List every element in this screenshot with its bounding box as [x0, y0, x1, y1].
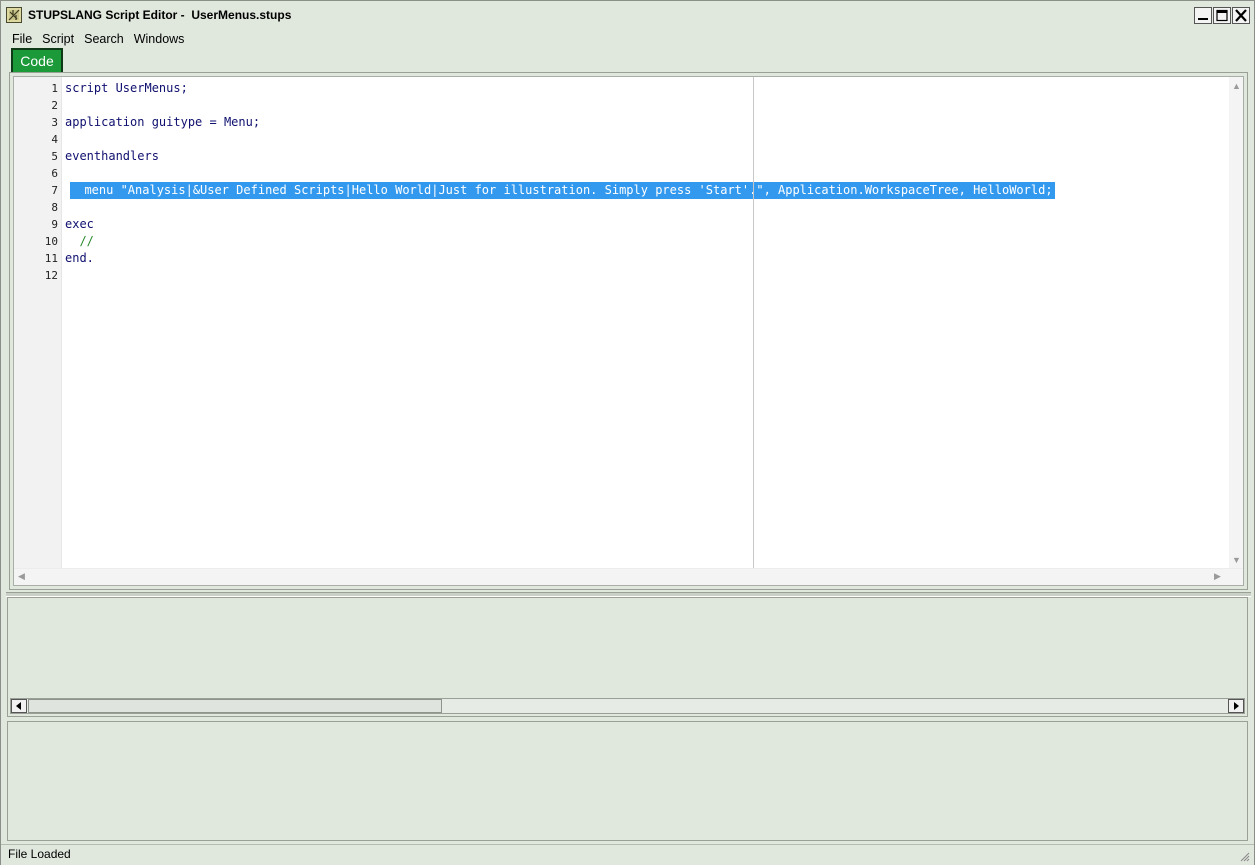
- code-line[interactable]: exec: [65, 216, 94, 233]
- minimize-button[interactable]: [1194, 7, 1212, 24]
- editor-vertical-scrollbar[interactable]: ▲ ▼: [1229, 77, 1243, 569]
- scroll-left-button[interactable]: [11, 699, 27, 713]
- line-number: 9: [51, 218, 58, 231]
- code-line[interactable]: script UserMenus;: [65, 80, 188, 97]
- menu-windows[interactable]: Windows: [129, 30, 190, 48]
- code-line[interactable]: eventhandlers: [65, 148, 159, 165]
- code-text-area[interactable]: script UserMenus; application guitype = …: [62, 77, 1230, 569]
- line-number: 11: [44, 252, 58, 265]
- editor-window: STUPSLANG Script Editor - UserMenus.stup…: [0, 0, 1255, 865]
- close-button[interactable]: [1232, 7, 1250, 24]
- line-number: 2: [51, 99, 58, 112]
- code-editor-frame: 1 2 3 4 5 6 7 8 9 10 11 12 script UserMe…: [9, 72, 1248, 590]
- scroll-right-button[interactable]: [1228, 699, 1244, 713]
- tab-code[interactable]: Code: [11, 48, 63, 72]
- status-bar: File Loaded: [1, 844, 1254, 865]
- line-number: 8: [51, 201, 58, 214]
- line-number-gutter: 1 2 3 4 5 6 7 8 9 10 11 12: [14, 77, 62, 569]
- line-number: 10: [44, 235, 58, 248]
- code-line-selected[interactable]: menu "Analysis|&User Defined Scripts|Hel…: [70, 182, 1055, 199]
- scroll-thumb[interactable]: [28, 699, 442, 713]
- right-margin-guide: [753, 77, 754, 569]
- menu-file[interactable]: File: [7, 30, 37, 48]
- menu-script[interactable]: Script: [37, 30, 79, 48]
- line-number: 5: [51, 150, 58, 163]
- line-number: 7: [51, 184, 58, 197]
- code-line[interactable]: application guitype = Menu;: [65, 114, 260, 131]
- code-line[interactable]: end.: [65, 250, 94, 267]
- scroll-left-icon[interactable]: ◀: [18, 571, 25, 581]
- line-number: 12: [44, 269, 58, 282]
- close-icon: [1235, 9, 1247, 22]
- code-editor[interactable]: 1 2 3 4 5 6 7 8 9 10 11 12 script UserMe…: [13, 76, 1244, 586]
- line-number: 1: [51, 82, 58, 95]
- minimize-icon: [1198, 18, 1208, 20]
- arrow-left-icon: [16, 702, 21, 710]
- maximize-icon: [1216, 9, 1228, 22]
- code-line-comment[interactable]: //: [65, 233, 93, 250]
- scroll-up-icon[interactable]: ▲: [1232, 81, 1241, 91]
- output-horizontal-scrollbar[interactable]: [10, 698, 1245, 714]
- arrow-right-icon: [1234, 702, 1239, 710]
- status-text: File Loaded: [8, 847, 71, 861]
- title-bar[interactable]: STUPSLANG Script Editor - UserMenus.stup…: [1, 1, 1254, 29]
- app-icon: [6, 7, 22, 23]
- editor-horizontal-scrollbar[interactable]: ◀ ▶: [14, 568, 1243, 585]
- menu-search[interactable]: Search: [79, 30, 129, 48]
- menu-bar: File Script Search Windows: [7, 30, 189, 48]
- window-title: STUPSLANG Script Editor - UserMenus.stup…: [28, 8, 292, 22]
- scroll-down-icon[interactable]: ▼: [1232, 555, 1241, 565]
- line-number: 6: [51, 167, 58, 180]
- maximize-button[interactable]: [1213, 7, 1231, 24]
- line-number: 4: [51, 133, 58, 146]
- message-panel: [7, 721, 1248, 841]
- line-number: 3: [51, 116, 58, 129]
- resize-grip-icon[interactable]: [1238, 850, 1250, 862]
- output-panel: [7, 597, 1248, 717]
- scroll-right-icon[interactable]: ▶: [1214, 571, 1221, 581]
